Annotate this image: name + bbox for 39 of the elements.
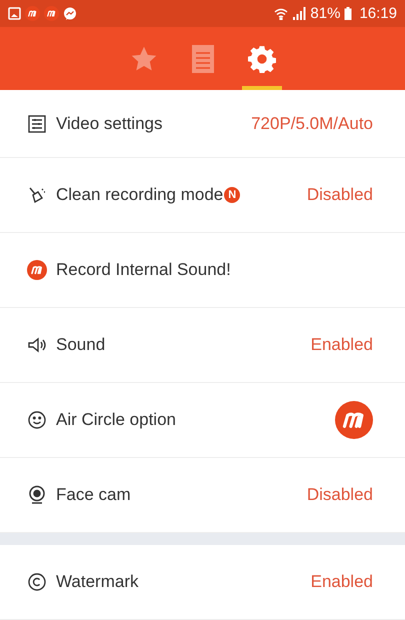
star-icon: [130, 45, 158, 73]
battery-percentage: 81%: [310, 5, 340, 22]
smiley-icon: [27, 410, 47, 430]
settings-icon: [248, 45, 276, 73]
gallery-icon: [8, 7, 21, 20]
speaker-icon: [27, 335, 47, 355]
setting-label: Watermark: [56, 572, 138, 592]
broom-icon: [27, 185, 47, 205]
settings-row[interactable]: Clean recording mode N Disabled: [0, 158, 405, 233]
setting-value: Disabled: [306, 185, 373, 205]
setting-value: Enabled: [310, 572, 373, 592]
settings-list-icon: [27, 114, 47, 134]
webcam-icon: [27, 485, 47, 505]
messenger-icon: [63, 6, 77, 20]
new-badge: N: [224, 187, 240, 203]
setting-value: Disabled: [306, 485, 373, 505]
setting-value: 720P/5.0M/Auto: [251, 114, 373, 134]
copyright-icon: [27, 572, 47, 592]
logo-icon: [27, 260, 47, 280]
settings-row[interactable]: Record Internal Sound!: [0, 233, 405, 308]
app-logo-icon: [25, 6, 40, 21]
settings-row[interactable]: Video settings 720P/5.0M/Auto: [0, 90, 405, 158]
setting-label: Air Circle option: [56, 410, 176, 430]
settings-row[interactable]: Air Circle option: [0, 383, 405, 458]
signal-icon: [292, 7, 306, 20]
setting-label: Clean recording mode: [56, 185, 224, 205]
clock: 16:19: [359, 5, 397, 22]
battery-icon: [344, 7, 352, 20]
app-logo-icon: [44, 6, 59, 21]
list-icon: [192, 45, 214, 73]
setting-label: Face cam: [56, 485, 131, 505]
wifi-icon: [274, 7, 288, 20]
setting-label: Sound: [56, 335, 106, 355]
settings-row[interactable]: Watermark Enabled: [0, 545, 405, 620]
app-logo-icon: [335, 401, 373, 439]
setting-label: Record Internal Sound!: [56, 260, 231, 280]
settings-row[interactable]: Sound Enabled: [0, 308, 405, 383]
setting-label: Video settings: [56, 114, 162, 134]
setting-value: Enabled: [310, 335, 373, 355]
